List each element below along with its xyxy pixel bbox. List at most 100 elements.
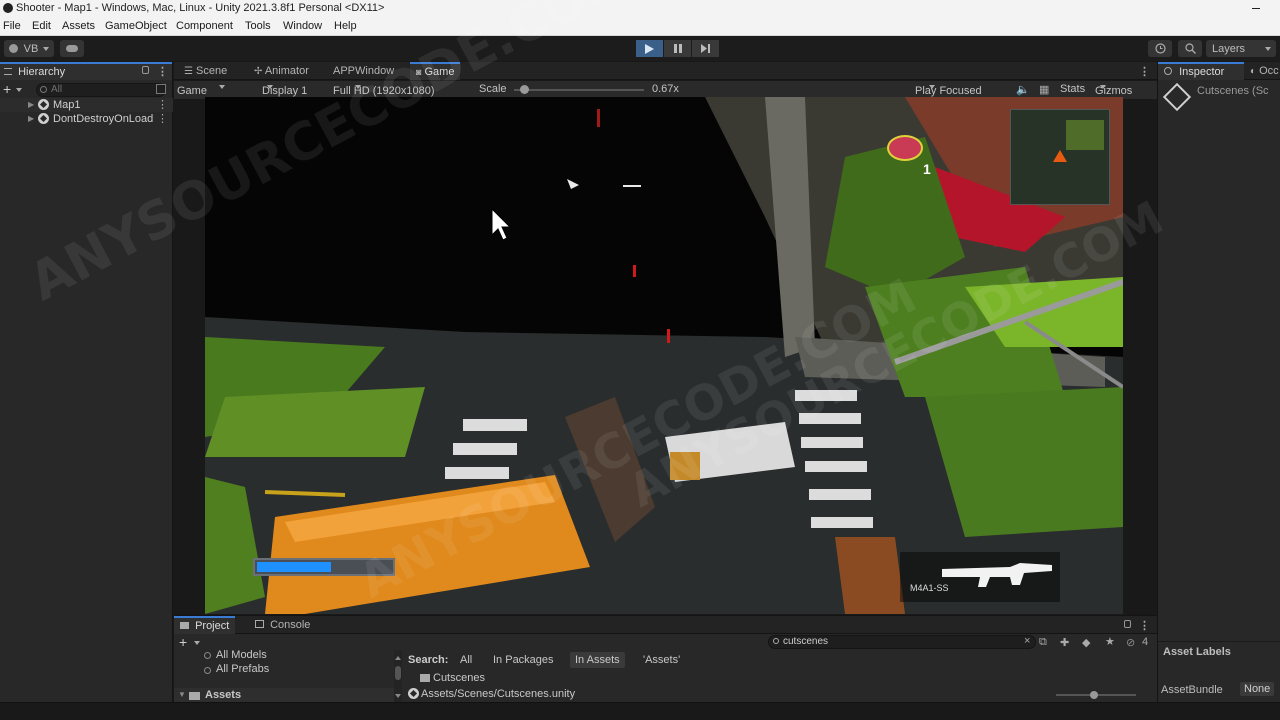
menu-component[interactable]: Component	[176, 20, 233, 32]
add-icon[interactable]: +	[3, 81, 11, 97]
stats-button[interactable]: Stats	[1060, 83, 1085, 95]
expand-arrow-icon: ▼	[178, 690, 186, 699]
hidden-count: 4	[1142, 636, 1149, 648]
hierarchy-search-input[interactable]: All	[36, 83, 166, 97]
cloud-button[interactable]	[60, 40, 84, 57]
layers-dropdown[interactable]: Layers	[1206, 40, 1276, 57]
lock-icon[interactable]	[142, 66, 149, 74]
mute-audio-icon[interactable]: 🔈	[1016, 83, 1030, 96]
menu-tools[interactable]: Tools	[245, 20, 271, 32]
menu-bar: File Edit Assets GameObject Component To…	[0, 17, 1280, 36]
scrollbar-thumb[interactable]	[395, 666, 401, 680]
chevron-down-icon	[929, 85, 935, 89]
chevron-down-icon[interactable]	[194, 641, 200, 645]
history-button[interactable]	[1148, 40, 1172, 57]
tab-label: Occ	[1259, 65, 1279, 77]
occlusion-icon: ◐	[1250, 66, 1257, 77]
gamepad-icon: ◙	[416, 67, 422, 77]
scene-filter-icon[interactable]: ⧉	[1039, 636, 1047, 649]
type-filter-icon[interactable]: ✚	[1060, 636, 1069, 649]
tab-scene[interactable]: ☰ Scene	[178, 62, 233, 80]
tab-game[interactable]: ◙ Game	[410, 62, 461, 80]
clear-search-icon[interactable]: ×	[1024, 635, 1030, 647]
menu-file[interactable]: File	[3, 20, 21, 32]
result-folder-cutscenes[interactable]: Cutscenes	[419, 671, 1119, 686]
tab-animator[interactable]: ✢ Animator	[248, 62, 315, 80]
step-button[interactable]	[692, 40, 719, 57]
scale-slider-thumb[interactable]	[520, 85, 529, 94]
cloud-icon	[66, 45, 78, 52]
center-tab-bar: ☰ Scene ✢ Animator APPWindow ◙ Game ⋮	[174, 62, 1157, 80]
result-label: Cutscenes	[433, 672, 485, 684]
expand-arrow-icon[interactable]: ▶	[28, 98, 34, 112]
hidden-packages-icon[interactable]: ⊘	[1126, 636, 1135, 649]
account-button[interactable]: VB	[4, 40, 54, 57]
search-button[interactable]	[1178, 40, 1202, 57]
scroll-down-icon[interactable]	[395, 694, 401, 698]
kebab-menu-icon[interactable]: ⋮	[1139, 619, 1150, 632]
menu-gameobject[interactable]: GameObject	[105, 20, 167, 32]
minimize-icon[interactable]	[1252, 8, 1260, 9]
asset-bundle-label: AssetBundle	[1161, 684, 1223, 696]
tree-scrollbar[interactable]	[394, 650, 402, 702]
favorite-icon[interactable]: ★	[1105, 635, 1115, 648]
icon-size-slider-thumb[interactable]	[1090, 691, 1098, 699]
hierarchy-item-dontdestroyonload[interactable]: ▶ DontDestroyOnLoad ⋮	[0, 112, 173, 126]
unity-scene-icon	[408, 688, 419, 700]
keyboard-icon[interactable]: ▦	[1039, 83, 1049, 96]
chevron-down-icon[interactable]	[16, 88, 22, 92]
minimap	[1010, 109, 1110, 205]
tree-item-all-prefabs[interactable]: All Prefabs	[216, 663, 269, 675]
tree-item-assets[interactable]: ▼ Assets	[174, 688, 394, 703]
hierarchy-icon	[4, 68, 12, 75]
animator-icon: ✢	[254, 66, 263, 77]
menu-assets[interactable]: Assets	[62, 20, 95, 32]
dropdown-label: Game	[177, 85, 207, 97]
add-icon[interactable]: +	[179, 634, 187, 650]
project-header: Project Console ⋮	[174, 616, 1157, 634]
tab-occlusion[interactable]: ◐ Occ	[1244, 62, 1280, 80]
game-viewport[interactable]: 1 M4A1-SS	[205, 97, 1123, 614]
filter-in-packages[interactable]: In Packages	[493, 654, 554, 666]
kebab-menu-icon[interactable]: ⋮	[1139, 65, 1150, 78]
chevron-down-icon	[1100, 85, 1106, 89]
filter-all[interactable]: All	[460, 654, 472, 666]
tree-item-all-models[interactable]: All Models	[216, 649, 267, 661]
kebab-menu-icon[interactable]: ⋮	[157, 112, 168, 126]
scroll-up-icon[interactable]	[395, 656, 401, 660]
chevron-down-icon	[355, 85, 361, 89]
health-bar-fill	[257, 562, 331, 572]
weapon-name: M4A1-SS	[910, 583, 949, 593]
minimap-player-marker	[1053, 150, 1067, 162]
menu-help[interactable]: Help	[334, 20, 357, 32]
icon-size-slider[interactable]	[1056, 691, 1136, 699]
project-search-input[interactable]: cutscenes	[768, 635, 1036, 649]
chevron-down-icon	[1265, 46, 1272, 51]
lock-icon[interactable]	[1124, 620, 1131, 628]
asset-bundle-dropdown[interactable]: None	[1240, 682, 1275, 696]
folder-icon	[420, 674, 430, 682]
unity-scene-icon	[38, 98, 49, 112]
tab-appwindow[interactable]: APPWindow	[327, 62, 400, 80]
scale-slider[interactable]	[514, 85, 644, 94]
health-bar	[253, 558, 395, 576]
kebab-menu-icon[interactable]: ⋮	[157, 65, 168, 78]
expand-arrow-icon[interactable]: ▶	[28, 112, 34, 126]
pause-button[interactable]	[664, 40, 691, 57]
filter-icon[interactable]	[156, 84, 166, 94]
account-label: VB	[23, 42, 39, 55]
folder-icon	[180, 622, 189, 629]
filter-in-assets[interactable]: In Assets	[570, 652, 625, 668]
play-button[interactable]	[636, 40, 663, 57]
filter-assets-folder[interactable]: 'Assets'	[643, 654, 680, 666]
tab-console[interactable]: Console	[249, 616, 316, 634]
tab-inspector[interactable]: Inspector	[1158, 62, 1244, 80]
kebab-menu-icon[interactable]: ⋮	[157, 98, 168, 112]
label-filter-icon[interactable]: ◆	[1082, 636, 1090, 649]
tab-project[interactable]: Project	[174, 616, 236, 634]
tab-label: APPWindow	[333, 65, 395, 77]
menu-window[interactable]: Window	[283, 20, 322, 32]
search-placeholder: All	[51, 84, 63, 95]
menu-edit[interactable]: Edit	[32, 20, 51, 32]
hierarchy-item-map1[interactable]: ▶ Map1 ⋮	[0, 98, 173, 112]
